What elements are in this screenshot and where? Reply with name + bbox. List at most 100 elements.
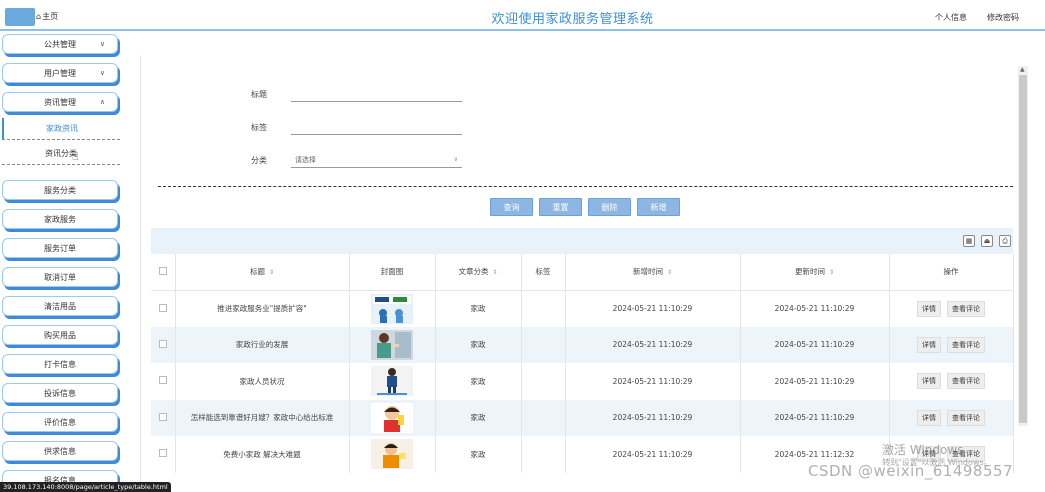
sidebar-item-supply[interactable]: 供求信息 — [2, 441, 118, 461]
row-category: 家政 — [435, 363, 522, 400]
cover-image — [371, 402, 413, 433]
row-tag — [521, 326, 566, 363]
tag-input[interactable] — [291, 119, 462, 135]
export-icon[interactable]: ⏏ — [981, 235, 993, 247]
sidebar-item-service-category[interactable]: 服务分类 — [2, 180, 118, 200]
row-updated: 2024-05-21 11:10:29 — [740, 363, 890, 400]
row-tag — [521, 399, 566, 436]
view-comments-button[interactable]: 查看评论 — [947, 336, 985, 353]
profile-link[interactable]: 个人信息 — [935, 12, 967, 23]
col-title[interactable]: 标题 ⇕ — [175, 254, 350, 291]
sidebar-sub-news-category[interactable]: 资讯分类 — [2, 143, 120, 165]
sidebar-item-public[interactable]: 公共管理 ∨ — [2, 34, 118, 54]
search-button[interactable]: 查询 — [490, 198, 533, 216]
row-category: 家政 — [435, 436, 522, 473]
top-header: ⌂ 主页 欢迎使用家政服务管理系统 个人信息 修改密码 — [0, 0, 1045, 31]
view-comments-button[interactable]: 查看评论 — [947, 373, 985, 390]
title-input[interactable] — [291, 86, 462, 102]
sidebar: 公共管理 ∨ 用户管理 ∨ 资讯管理 ∧ 家政资讯 资讯分类 ☝ 服务分类 家政… — [0, 31, 128, 492]
detail-button[interactable]: 详情 — [917, 373, 941, 390]
chevron-down-icon: ∨ — [99, 40, 105, 48]
row-title: 推进家政服务业"提质扩容" — [175, 290, 350, 327]
sidebar-sub-news[interactable]: 家政资讯 — [2, 118, 120, 140]
table-header: 标题 ⇕ 封面图 文章分类 ⇕ 标签 新增时间 ⇕ 更新时间 ⇕ 操作 — [151, 254, 1014, 291]
row-title: 家政人员状况 — [175, 363, 350, 400]
row-category: 家政 — [435, 290, 522, 327]
data-table: 标题 ⇕ 封面图 文章分类 ⇕ 标签 新增时间 ⇕ 更新时间 ⇕ 操作 推进家政服务业"… — [151, 254, 1014, 473]
title-search-row: 标题 — [251, 86, 462, 102]
divider — [158, 186, 1013, 187]
row-updated: 2024-05-21 11:10:29 — [740, 326, 890, 363]
row-checkbox[interactable] — [158, 303, 167, 312]
col-actions: 操作 — [889, 254, 1014, 291]
row-category: 家政 — [435, 399, 522, 436]
sidebar-item-users[interactable]: 用户管理 ∨ — [2, 63, 118, 83]
row-tag — [521, 363, 566, 400]
row-created: 2024-05-21 11:10:29 — [565, 399, 741, 436]
row-updated: 2024-05-21 11:10:29 — [740, 399, 890, 436]
table-row: 家政行业的发展 家政 2024-05-21 11:10:29 2024-05-2… — [151, 326, 1014, 363]
detail-button[interactable]: 详情 — [917, 300, 941, 317]
reset-button[interactable]: 重置 — [539, 198, 582, 216]
row-created: 2024-05-21 11:10:29 — [565, 290, 741, 327]
detail-button[interactable]: 详情 — [917, 336, 941, 353]
sidebar-item-service[interactable]: 家政服务 — [2, 209, 118, 229]
sort-icon: ⇕ — [828, 269, 835, 277]
sidebar-item-orders[interactable]: 服务订单 — [2, 238, 118, 258]
row-tag — [521, 436, 566, 473]
view-comments-button[interactable]: 查看评论 — [947, 409, 985, 426]
sort-icon: ⇕ — [268, 269, 275, 277]
table-row: 怎样能选到靠谱好月嫂？家政中心给出标准 家政 2024-05-21 11:10:… — [151, 399, 1014, 436]
category-select[interactable]: 请选择 ∨ — [291, 152, 462, 168]
table-row: 家政人员状况 家政 2024-05-21 11:10:29 2024-05-21… — [151, 363, 1014, 400]
status-url: 39.108.173.140:8008/page/article_type/ta… — [0, 482, 171, 492]
table-toolbar: ▦ ⏏ ⎙ — [151, 228, 1013, 254]
scrollbar-thumb[interactable] — [1019, 75, 1027, 423]
col-created[interactable]: 新增时间 ⇕ — [565, 254, 741, 291]
sidebar-item-news[interactable]: 资讯管理 ∧ — [2, 92, 118, 112]
detail-button[interactable]: 详情 — [917, 409, 941, 426]
row-checkbox[interactable] — [158, 449, 167, 458]
chevron-up-icon: ∧ — [99, 98, 105, 106]
col-category[interactable]: 文章分类 ⇕ — [435, 254, 522, 291]
view-comments-button[interactable]: 查看评论 — [947, 300, 985, 317]
sidebar-item-cleaning-supplies[interactable]: 清洁用品 — [2, 296, 118, 316]
main-panel: 标题 标签 分类 请选择 ∨ 查询 重置 删除 新增 ▦ ⏏ ⎙ 标题 ⇕ 封面… — [140, 55, 1028, 492]
cover-image — [371, 366, 413, 397]
sidebar-item-reviews[interactable]: 评价信息 — [2, 412, 118, 432]
row-title: 免费小家政 解决大难题 — [175, 436, 350, 473]
row-title: 怎样能选到靠谱好月嫂？家政中心给出标准 — [175, 399, 350, 436]
row-created: 2024-05-21 11:10:29 — [565, 436, 741, 473]
print-icon[interactable]: ⎙ — [999, 235, 1011, 247]
title-label: 标题 — [251, 89, 267, 99]
row-created: 2024-05-21 11:10:29 — [565, 363, 741, 400]
row-checkbox[interactable] — [158, 376, 167, 385]
row-created: 2024-05-21 11:10:29 — [565, 326, 741, 363]
vertical-scrollbar[interactable]: ▲ — [1018, 66, 1028, 426]
csdn-watermark: CSDN @weixin_61498557 — [808, 462, 1014, 480]
select-all-checkbox[interactable] — [158, 266, 167, 275]
sidebar-item-checkin[interactable]: 打卡信息 — [2, 354, 118, 374]
scroll-up-icon[interactable]: ▲ — [1020, 66, 1025, 73]
col-cover: 封面图 — [349, 254, 436, 291]
delete-button[interactable]: 删除 — [588, 198, 631, 216]
hand-cursor-icon: ☝ — [72, 150, 79, 163]
columns-icon[interactable]: ▦ — [963, 235, 975, 247]
tag-label: 标签 — [251, 122, 267, 132]
add-button[interactable]: 新增 — [637, 198, 680, 216]
cover-image — [371, 439, 413, 470]
tag-search-row: 标签 — [251, 119, 462, 135]
sidebar-item-purchase[interactable]: 购买用品 — [2, 325, 118, 345]
row-checkbox[interactable] — [158, 339, 167, 348]
row-checkbox[interactable] — [158, 412, 167, 421]
chevron-down-icon: ∨ — [99, 69, 105, 77]
table-row: 推进家政服务业"提质扩容" 家政 2024-05-21 11:10:29 202… — [151, 290, 1014, 327]
cover-image — [371, 293, 413, 324]
category-search-row: 分类 请选择 ∨ — [251, 152, 462, 168]
sidebar-item-cancel-orders[interactable]: 取消订单 — [2, 267, 118, 287]
col-updated[interactable]: 更新时间 ⇕ — [740, 254, 890, 291]
row-category: 家政 — [435, 326, 522, 363]
cover-image — [371, 329, 413, 360]
change-password-link[interactable]: 修改密码 — [987, 12, 1019, 23]
sidebar-item-complaints[interactable]: 投诉信息 — [2, 383, 118, 403]
